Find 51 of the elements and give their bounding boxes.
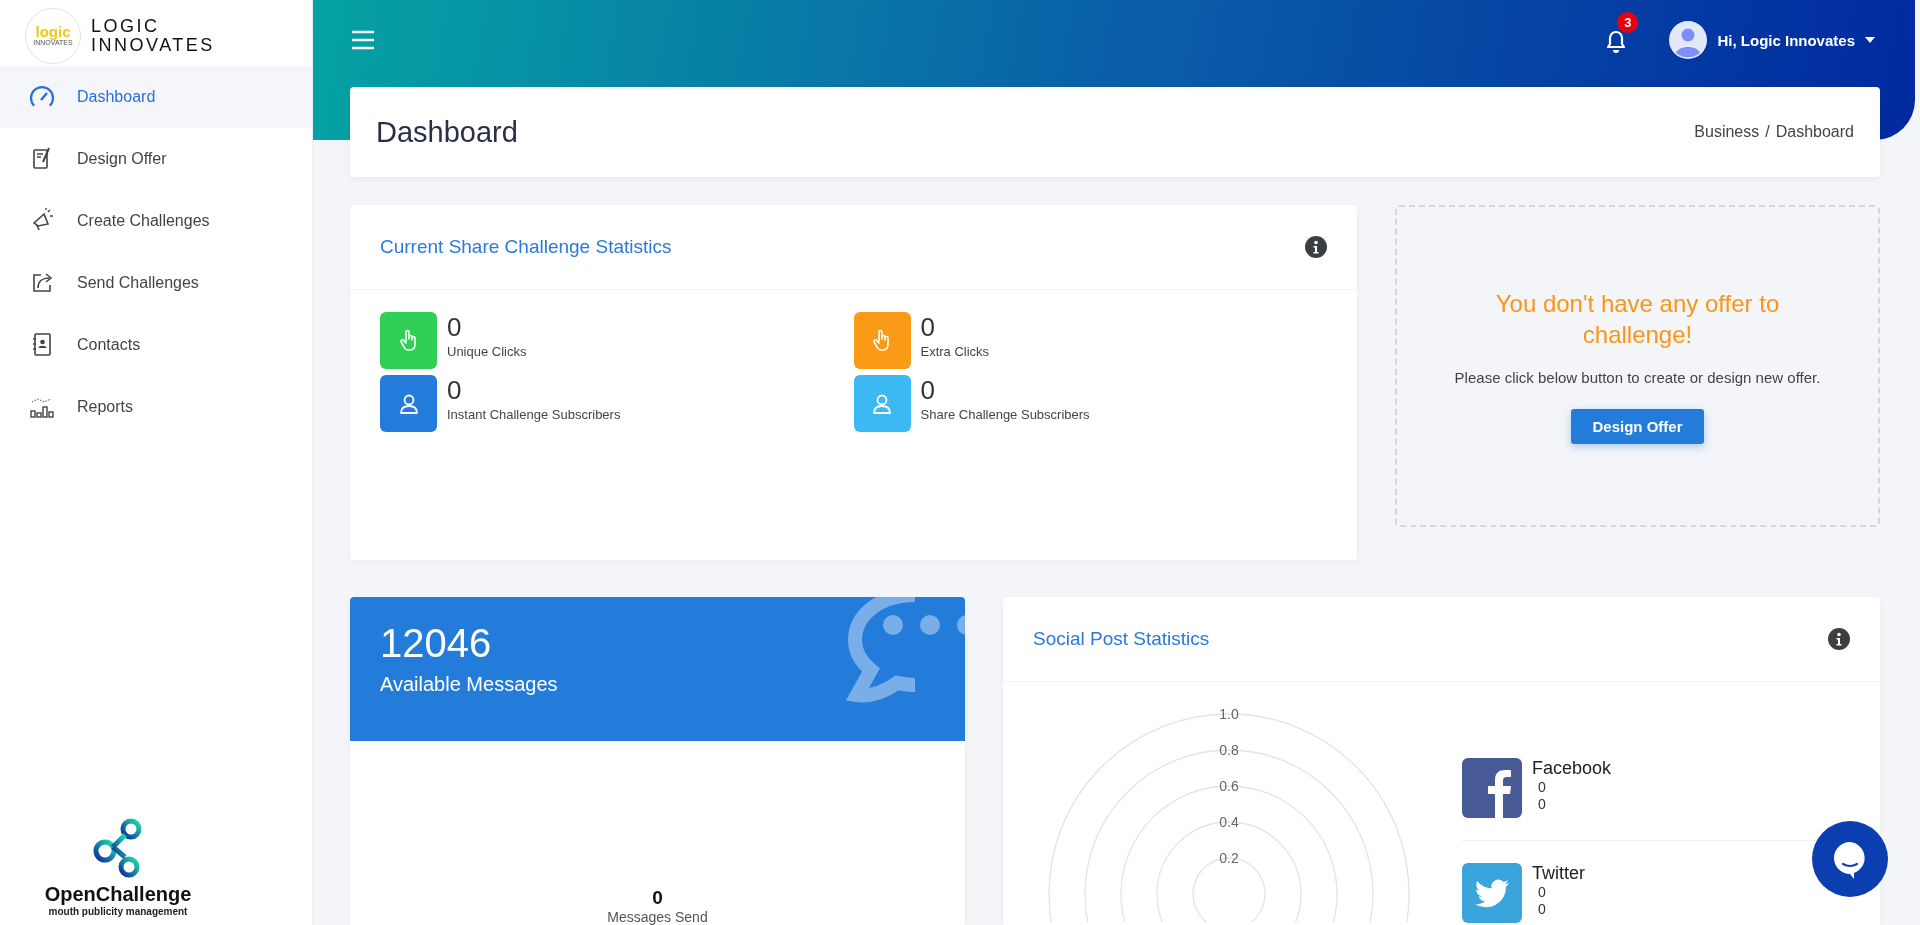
card-title: Social Post Statistics: [1033, 628, 1210, 650]
sent-label: Messages Send: [607, 909, 708, 925]
breadcrumb-link[interactable]: Business: [1694, 123, 1760, 141]
network-stat: 0: [1537, 901, 1547, 918]
stat-label: Unique Clicks: [447, 344, 527, 359]
network-name: Facebook: [1532, 758, 1612, 779]
breadcrumb-separator: /: [1765, 123, 1770, 141]
facebook-logo-icon: [1462, 758, 1522, 818]
stat-value: 0: [920, 312, 936, 342]
sent-count: 0: [652, 887, 663, 909]
breadcrumb-link[interactable]: Dashboard: [1775, 123, 1854, 141]
nav-item[interactable]: Create Challenges: [0, 190, 312, 252]
axis-tick-label: 0.6: [1219, 778, 1239, 794]
caret-icon: [1865, 37, 1875, 43]
product-name: OpenChallenge: [44, 883, 192, 906]
nav-item[interactable]: Design Offer: [0, 128, 312, 190]
network-stat: 0: [1537, 884, 1547, 901]
axis-tick-label: 0.2: [1219, 850, 1239, 866]
stat-label: Share Challenge Subscribers: [920, 407, 1090, 422]
stat-label: Instant Challenge Subscribers: [447, 407, 621, 422]
axis-tick-label: 0.4: [1219, 814, 1239, 830]
stat-value: 0: [447, 375, 463, 405]
user-menu[interactable]: Hi, Logic Innovates: [1669, 21, 1875, 59]
page-title: Dashboard: [376, 115, 518, 149]
stat-label: Extra Clicks: [920, 344, 990, 359]
card-title: Current Share Challenge Statistics: [380, 236, 672, 258]
design-offer-button[interactable]: Design Offer: [1571, 409, 1704, 444]
nav-item[interactable]: Contacts: [0, 314, 312, 376]
menu-button[interactable]: [351, 29, 375, 51]
empty-state-message: Please click below button to create or design new offer.: [1454, 368, 1821, 388]
network-stat: 0: [1537, 796, 1547, 813]
message-count: 12046: [380, 620, 493, 667]
nav-item[interactable]: Reports: [0, 376, 312, 438]
brand-name: LOGIC: [91, 16, 161, 36]
empty-state-heading: You don't have any offer to challenge!: [1494, 289, 1781, 350]
info-icon[interactable]: [1828, 628, 1850, 650]
info-icon[interactable]: [1305, 236, 1327, 258]
avatar-icon: [1669, 21, 1708, 59]
stat-value: 0: [447, 312, 463, 342]
nav-item[interactable]: Dashboard: [0, 66, 312, 128]
product-tagline: mouth publicity management: [48, 906, 188, 917]
brand-name: INNOVATES: [91, 35, 215, 55]
network-stat: 0: [1537, 779, 1547, 796]
axis-tick-label: 1.0: [1219, 706, 1239, 722]
nav-item[interactable]: Send Challenges: [0, 252, 312, 314]
notification-count: 3: [1617, 12, 1639, 33]
stat-value: 0: [920, 375, 936, 405]
message-label: Available Messages: [380, 673, 559, 696]
logo-text: logic: [35, 24, 71, 39]
axis-tick-label: 0.8: [1219, 742, 1239, 758]
network-name: Twitter: [1532, 863, 1585, 884]
